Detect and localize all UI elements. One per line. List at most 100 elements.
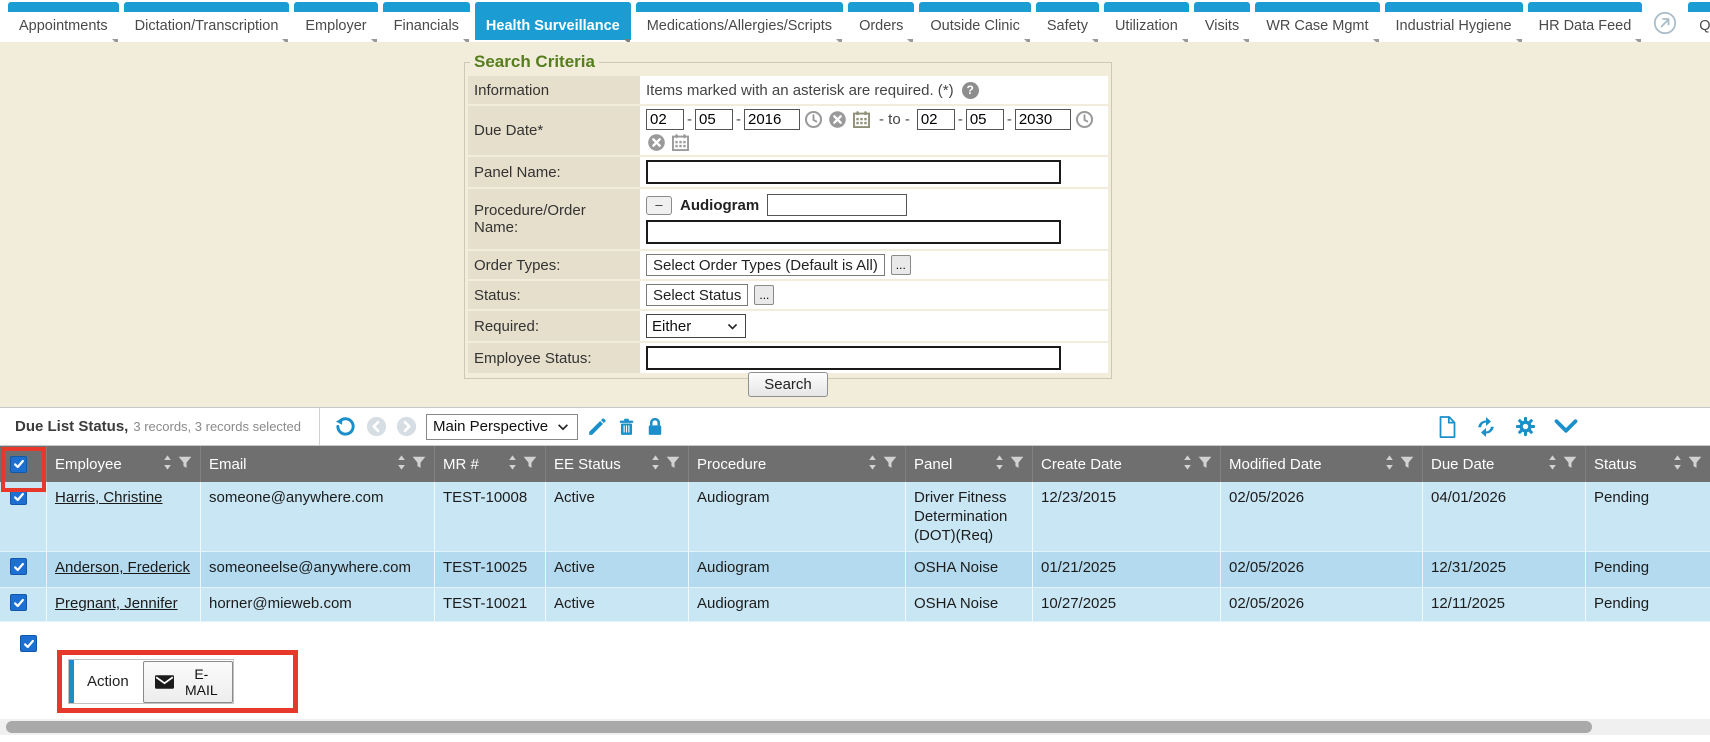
filter-funnel-icon[interactable] <box>1563 455 1577 474</box>
column-header-email[interactable]: Email <box>200 446 434 482</box>
filter-funnel-icon[interactable] <box>1400 455 1414 474</box>
column-header-mr[interactable]: MR # <box>434 446 545 482</box>
column-header-employee[interactable]: Employee <box>46 446 200 482</box>
remove-procedure-button[interactable]: – <box>646 196 672 215</box>
sort-icon[interactable] <box>1385 455 1394 474</box>
refresh-icon[interactable] <box>1474 415 1498 439</box>
order-types-value[interactable]: Select Order Types (Default is All) <box>646 254 885 276</box>
filter-funnel-icon[interactable] <box>412 455 426 474</box>
column-header-panel[interactable]: Panel <box>905 446 1032 482</box>
filter-funnel-icon[interactable] <box>666 455 680 474</box>
email-button[interactable]: E-MAIL <box>143 661 233 703</box>
tab-visits[interactable]: Visits <box>1194 2 1250 40</box>
employee-link[interactable]: Harris, Christine <box>55 489 163 506</box>
clock-icon[interactable] <box>1075 110 1094 129</box>
column-header-status[interactable]: Status <box>1585 446 1710 482</box>
row-checkbox[interactable] <box>10 488 27 505</box>
tab-financials[interactable]: Financials <box>383 2 470 40</box>
tab-orders[interactable]: Orders <box>848 2 914 40</box>
tab-outside-clinic[interactable]: Outside Clinic <box>919 2 1030 40</box>
required-select[interactable]: Either <box>646 314 746 338</box>
chevron-down-icon <box>556 420 570 434</box>
sort-icon[interactable] <box>868 455 877 474</box>
tab-utilization[interactable]: Utilization <box>1104 2 1189 40</box>
help-icon[interactable]: ? <box>962 82 979 99</box>
clear-x-icon[interactable] <box>828 110 847 129</box>
employee-status-input[interactable] <box>646 346 1061 370</box>
status-browse-button[interactable]: ... <box>754 285 774 305</box>
select-all-checkbox[interactable] <box>10 456 27 473</box>
panel-name-input[interactable] <box>646 160 1061 184</box>
tab-appointments[interactable]: Appointments <box>8 2 119 40</box>
row-checkbox[interactable] <box>10 558 27 575</box>
tab-industrial-hygiene[interactable]: Industrial Hygiene <box>1385 2 1523 40</box>
filter-funnel-icon[interactable] <box>1688 455 1702 474</box>
tab-hr-data-feed[interactable]: HR Data Feed <box>1528 2 1643 40</box>
column-header-ee-status[interactable]: EE Status <box>545 446 688 482</box>
sort-icon[interactable] <box>1548 455 1557 474</box>
tab-label: HR Data Feed <box>1528 12 1643 40</box>
collapse-chevron-icon[interactable] <box>1553 417 1579 436</box>
row-checkbox[interactable] <box>10 594 27 611</box>
lock-icon[interactable] <box>645 416 665 438</box>
settings-gear-icon[interactable] <box>1514 415 1537 438</box>
sort-icon[interactable] <box>1673 455 1682 474</box>
email-cell: horner@mieweb.com <box>200 588 434 621</box>
sort-icon[interactable] <box>1183 455 1192 474</box>
sort-icon[interactable] <box>651 455 660 474</box>
filter-funnel-icon[interactable] <box>1198 455 1212 474</box>
filter-funnel-icon[interactable] <box>178 455 192 474</box>
filter-funnel-icon[interactable] <box>1010 455 1024 474</box>
horizontal-scrollbar-thumb[interactable] <box>6 721 1592 733</box>
tab-wr-case-mgmt[interactable]: WR Case Mgmt <box>1255 2 1379 40</box>
date-dash: - <box>736 111 741 128</box>
ee-status-cell: Active <box>545 552 688 587</box>
column-header-create-date[interactable]: Create Date <box>1032 446 1220 482</box>
due-date-from-year-input[interactable] <box>744 109 800 130</box>
previous-page-icon[interactable] <box>366 416 387 437</box>
sort-icon[interactable] <box>508 455 517 474</box>
due-date-to-month-input[interactable] <box>917 109 955 130</box>
column-header-modified-date[interactable]: Modified Date <box>1220 446 1422 482</box>
status-value[interactable]: Select Status <box>646 284 748 306</box>
information-row: Information Items marked with an asteris… <box>468 76 1108 104</box>
undo-icon[interactable] <box>334 415 357 438</box>
calendar-icon[interactable] <box>671 133 690 152</box>
footer-select-checkbox[interactable] <box>20 635 37 652</box>
envelope-icon <box>155 675 174 689</box>
column-header-procedure[interactable]: Procedure <box>688 446 905 482</box>
tab-dictation-transcription[interactable]: Dictation/Transcription <box>124 2 290 40</box>
column-header-due-date[interactable]: Due Date <box>1422 446 1585 482</box>
tab-overflow-button[interactable] <box>1647 2 1683 40</box>
sort-icon[interactable] <box>995 455 1004 474</box>
sort-icon[interactable] <box>397 455 406 474</box>
search-button[interactable]: Search <box>748 372 828 397</box>
tab-employer[interactable]: Employer <box>294 2 377 40</box>
procedure-item-input[interactable] <box>767 194 907 216</box>
employee-link[interactable]: Anderson, Frederick <box>55 559 190 576</box>
due-date-to-year-input[interactable] <box>1015 109 1071 130</box>
order-types-browse-button[interactable]: ... <box>891 255 911 275</box>
filter-funnel-icon[interactable] <box>883 455 897 474</box>
new-document-icon[interactable] <box>1437 415 1458 439</box>
clock-icon[interactable] <box>804 110 823 129</box>
tab-safety[interactable]: Safety <box>1036 2 1099 40</box>
tab-health-surveillance[interactable]: Health Surveillance <box>475 2 631 40</box>
clear-x-icon[interactable] <box>647 133 666 152</box>
tab-quality-of[interactable]: Quality of <box>1688 2 1710 40</box>
perspective-select[interactable]: Main Perspective <box>426 414 578 440</box>
next-page-icon[interactable] <box>396 416 417 437</box>
tab-medications-allergies-scripts[interactable]: Medications/Allergies/Scripts <box>636 2 843 40</box>
procedure-order-name-input[interactable] <box>646 220 1061 244</box>
due-date-from-day-input[interactable] <box>695 109 733 130</box>
tab-label: Utilization <box>1104 12 1189 40</box>
calendar-icon[interactable] <box>852 110 871 129</box>
sort-icon[interactable] <box>163 455 172 474</box>
edit-pencil-icon[interactable] <box>587 416 608 437</box>
filter-funnel-icon[interactable] <box>523 455 537 474</box>
horizontal-scrollbar-track[interactable] <box>0 719 1710 735</box>
delete-trash-icon[interactable] <box>617 416 636 438</box>
due-date-to-day-input[interactable] <box>966 109 1004 130</box>
due-date-from-month-input[interactable] <box>646 109 684 130</box>
employee-link[interactable]: Pregnant, Jennifer <box>55 595 178 612</box>
